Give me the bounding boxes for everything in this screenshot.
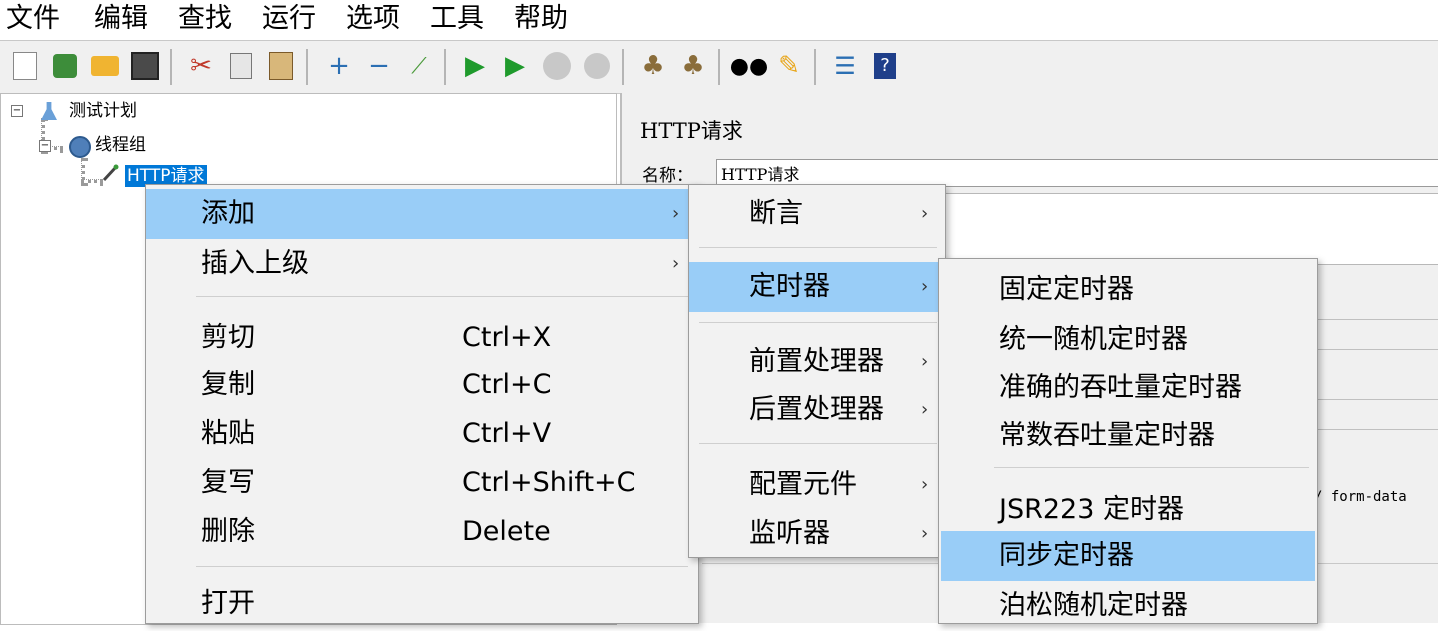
collapse-toggle-icon[interactable]: − (11, 105, 23, 117)
reset-search-icon[interactable]: ✎ (772, 49, 806, 83)
name-field-value: HTTP请求 (721, 165, 800, 184)
menu-file[interactable]: 文件 (6, 2, 60, 36)
panel-title: HTTP请求 (640, 119, 743, 143)
menu-item-insert-parent[interactable]: 插入上级 › (146, 239, 698, 289)
expand-icon[interactable]: + (322, 49, 356, 83)
timer-submenu: 固定定时器 统一随机定时器 准确的吞吐量定时器 常数吞吐量定时器 JSR223 … (938, 258, 1318, 624)
menu-item-sync-timer[interactable]: 同步定时器 (941, 531, 1315, 581)
clear-icon[interactable]: ♣ (636, 49, 670, 83)
chevron-right-icon: › (921, 399, 929, 420)
name-label: 名称： (642, 166, 693, 186)
clear-all-icon[interactable]: ♣ (676, 49, 710, 83)
partial-text: / form-data (1314, 489, 1407, 505)
chevron-right-icon: › (921, 203, 929, 224)
menu-item-cut[interactable]: 剪切 Ctrl+X (146, 313, 698, 363)
function-helper-icon[interactable]: ☰ (828, 49, 862, 83)
templates-icon[interactable] (48, 49, 82, 83)
menu-item-delete[interactable]: 删除 Delete (146, 507, 698, 557)
chevron-right-icon: › (672, 253, 680, 274)
menu-item-constant-timer[interactable]: 固定定时器 (939, 265, 1317, 315)
menubar: 文件 编辑 查找 运行 选项 工具 帮助 (0, 0, 1438, 40)
menu-item-poisson-random-timer[interactable]: 泊松随机定时器 (939, 581, 1317, 631)
menu-item-paste[interactable]: 粘贴 Ctrl+V (146, 409, 698, 459)
toggle-icon[interactable]: ⟋ (402, 49, 436, 83)
menu-separator (196, 296, 688, 297)
tree-node-test-plan[interactable]: 测试计划 (69, 100, 137, 122)
chevron-right-icon: › (672, 203, 680, 224)
collapse-icon[interactable]: − (362, 49, 396, 83)
menu-item-config-element[interactable]: 配置元件 › (689, 460, 945, 510)
menu-separator (196, 566, 688, 567)
menu-item-post-processors[interactable]: 后置处理器 › (689, 385, 945, 435)
gear-icon (69, 136, 91, 158)
open-icon[interactable] (88, 49, 122, 83)
chevron-right-icon: › (921, 351, 929, 372)
menu-item-pre-processors[interactable]: 前置处理器 › (689, 337, 945, 387)
start-icon[interactable]: ▶ (458, 49, 492, 83)
name-field[interactable]: HTTP请求 (716, 159, 1438, 187)
menu-edit[interactable]: 编辑 (94, 2, 148, 36)
paste-icon[interactable] (264, 49, 298, 83)
chevron-right-icon: › (921, 276, 929, 297)
chevron-right-icon: › (921, 474, 929, 495)
menu-run[interactable]: 运行 (262, 2, 316, 36)
search-icon[interactable]: ●● (730, 49, 768, 83)
menu-item-duplicate[interactable]: 复写 Ctrl+Shift+C (146, 458, 698, 508)
chevron-right-icon: › (921, 523, 929, 544)
menu-help[interactable]: 帮助 (514, 2, 568, 36)
menu-separator (994, 467, 1309, 468)
add-submenu: 断言 › 定时器 › 前置处理器 › 后置处理器 › 配置元件 › 监听器 › (688, 184, 946, 558)
menu-item-jsr223-timer[interactable]: JSR223 定时器 (939, 485, 1317, 535)
menu-item-assertions[interactable]: 断言 › (689, 189, 945, 239)
menu-item-add[interactable]: 添加 › (146, 189, 698, 239)
copy-icon[interactable] (224, 49, 258, 83)
stop-icon[interactable] (540, 49, 574, 83)
save-icon[interactable] (128, 49, 162, 83)
menu-options[interactable]: 选项 (346, 2, 400, 36)
menu-item-listener[interactable]: 监听器 › (689, 509, 945, 559)
menu-item-uniform-random-timer[interactable]: 统一随机定时器 (939, 315, 1317, 365)
pipette-icon (101, 164, 119, 182)
new-icon[interactable] (8, 49, 42, 83)
collapse-toggle-icon[interactable]: − (39, 140, 51, 152)
help-icon[interactable]: ? (868, 49, 902, 83)
test-plan-icon (41, 102, 57, 120)
menu-separator (699, 443, 937, 444)
menu-item-constant-throughput-timer[interactable]: 常数吞吐量定时器 (939, 411, 1317, 461)
tree-node-thread-group[interactable]: 线程组 (95, 134, 146, 156)
menu-item-precise-throughput-timer[interactable]: 准确的吞吐量定时器 (939, 363, 1317, 413)
menu-item-open[interactable]: 打开 (146, 579, 698, 629)
cut-icon[interactable]: ✂ (184, 49, 218, 83)
toolbar: ✂ + − ⟋ ▶ ▶ ♣ ♣ ●● ✎ ☰ ? (0, 40, 1438, 94)
menu-separator (699, 247, 937, 248)
start-no-pause-icon[interactable]: ▶ (498, 49, 532, 83)
menu-tools[interactable]: 工具 (430, 2, 484, 36)
menu-search[interactable]: 查找 (178, 2, 232, 36)
menu-item-copy[interactable]: 复制 Ctrl+C (146, 360, 698, 410)
context-menu: 添加 › 插入上级 › 剪切 Ctrl+X 复制 Ctrl+C 粘贴 Ctrl+… (145, 184, 699, 624)
shutdown-icon[interactable] (580, 49, 614, 83)
menu-separator (699, 322, 937, 323)
menu-item-timer[interactable]: 定时器 › (689, 262, 945, 312)
